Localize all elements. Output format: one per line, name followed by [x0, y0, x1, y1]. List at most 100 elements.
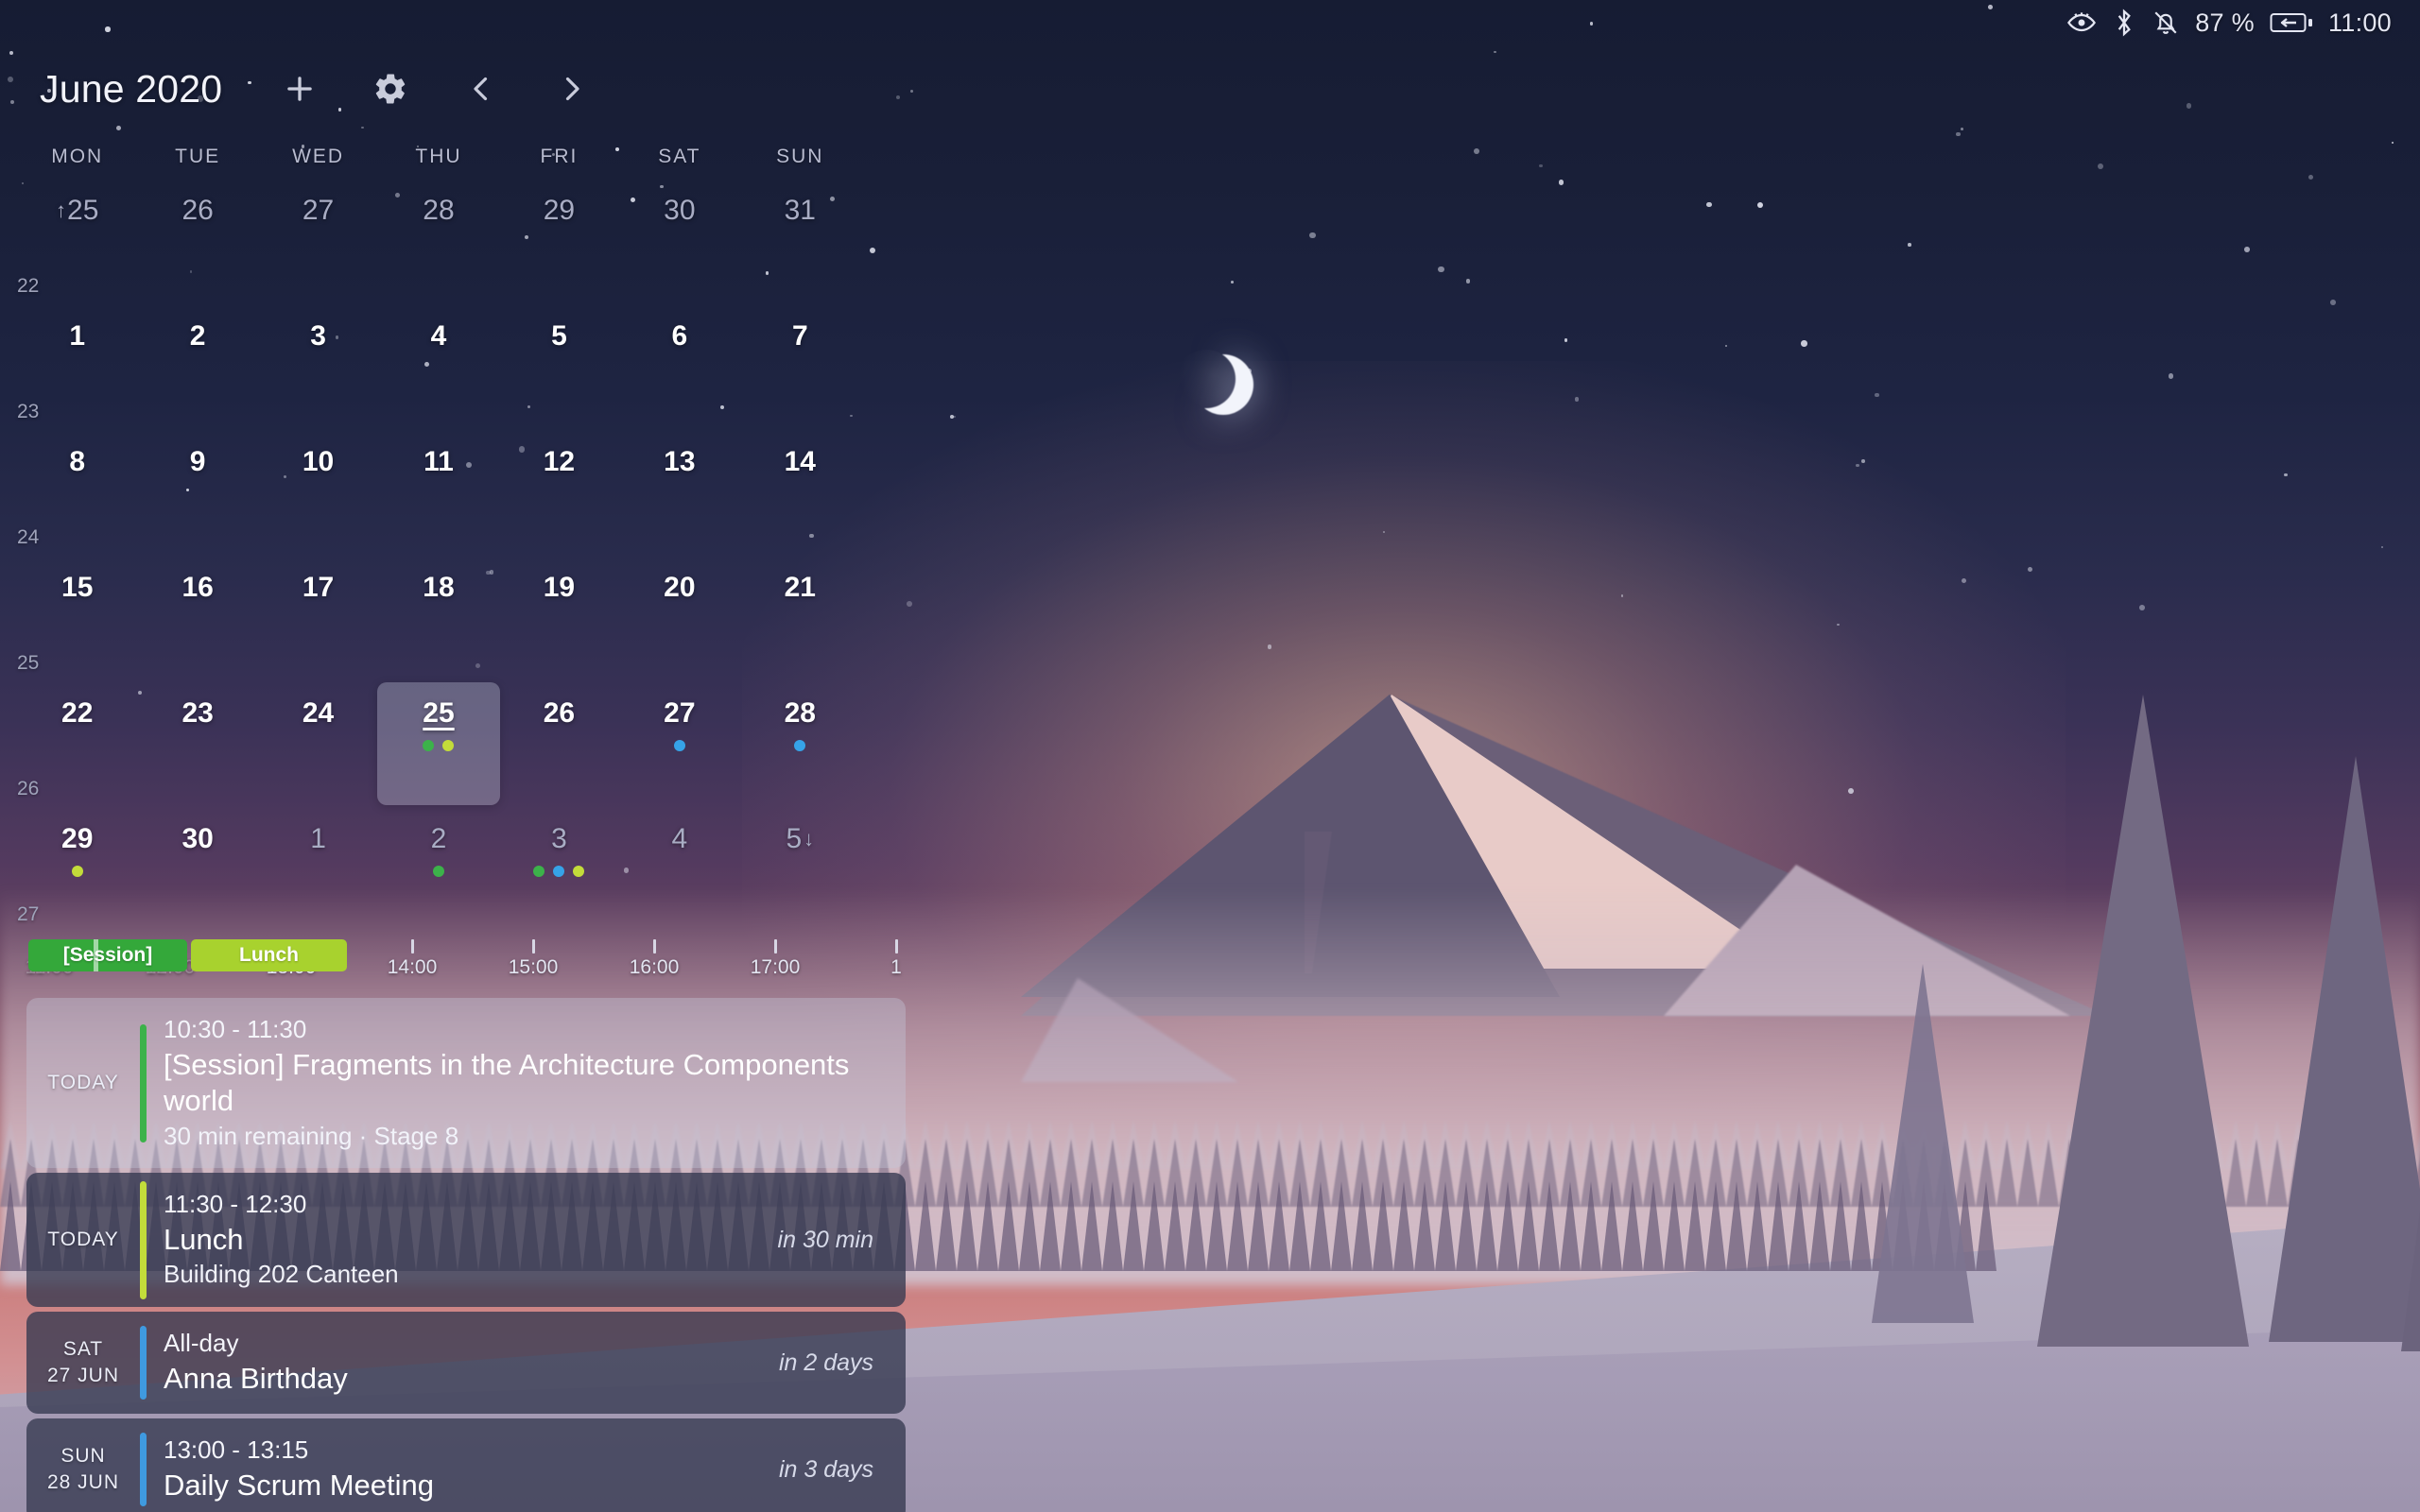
- day-number-label: 4: [671, 823, 688, 854]
- tick-mark: [652, 939, 656, 954]
- tree: [1560, 1181, 1581, 1271]
- day-number: ↑ 25: [56, 197, 98, 225]
- calendar-day-2[interactable]: 2: [137, 301, 257, 427]
- calendar-day-13[interactable]: 13: [619, 427, 739, 553]
- previous-month-button[interactable]: [460, 68, 502, 110]
- day-number-label: 2: [430, 823, 447, 854]
- calendar-day-30[interactable]: 30: [619, 176, 739, 301]
- event-body: All-day Anna Birthday: [147, 1312, 779, 1414]
- event-day-date: 28 JUN: [46, 1471, 120, 1494]
- calendar-day-7[interactable]: 7: [740, 301, 860, 427]
- star: [2138, 604, 2145, 610]
- add-event-button[interactable]: [279, 68, 320, 110]
- star: [2243, 246, 2250, 252]
- calendar-day-20[interactable]: 20: [619, 553, 739, 679]
- calendar-day-31[interactable]: 31: [740, 176, 860, 301]
- calendar-week-row: 1 2 3 4 5 6 7 23: [17, 301, 860, 427]
- calendar-day-11[interactable]: 11: [378, 427, 498, 553]
- day-timeline[interactable]: 11:0012:0013:0014:0015:0016:0017:001 [Se…: [0, 937, 906, 994]
- star: [1960, 127, 1963, 130]
- star: [1962, 578, 1967, 584]
- calendar-day-5[interactable]: 5: [499, 301, 619, 427]
- calendar-day-5[interactable]: 5 ↓: [740, 804, 860, 930]
- calendar-day-9[interactable]: 9: [137, 427, 257, 553]
- event-day-name: SAT: [62, 1337, 104, 1360]
- calendar-day-4[interactable]: 4: [619, 804, 739, 930]
- calendar-day-24[interactable]: 24: [258, 679, 378, 804]
- day-number-label: 22: [61, 697, 94, 729]
- chip-label: Lunch: [239, 944, 299, 966]
- tree: [1352, 1181, 1373, 1271]
- calendar-day-10[interactable]: 10: [258, 427, 378, 553]
- day-number: 2: [431, 825, 447, 853]
- calendar-day-29[interactable]: 29: [499, 176, 619, 301]
- event-title: Lunch: [164, 1223, 244, 1257]
- tree: [1622, 1181, 1643, 1271]
- agenda-event-item[interactable]: SUN 28 JUN 13:00 - 13:15 Daily Scrum Meetin…: [26, 1418, 906, 1512]
- day-number-label: 25: [423, 697, 455, 729]
- star: [105, 26, 111, 32]
- calendar-day-19[interactable]: 19: [499, 553, 619, 679]
- calendar-day-23[interactable]: 23: [137, 679, 257, 804]
- moon-halo: [1177, 350, 1236, 408]
- settings-button[interactable]: [370, 68, 411, 110]
- calendar-day-14[interactable]: 14: [740, 427, 860, 553]
- tree: [1664, 1181, 1685, 1271]
- day-number-label: 20: [664, 572, 696, 603]
- day-number-label: 27: [664, 697, 696, 729]
- agenda-event-item[interactable]: TODAY 10:30 - 11:30 [Session] Fragments in…: [26, 998, 906, 1169]
- agenda-event-item[interactable]: SAT 27 JUN All-day Anna Birthday in 2 days: [26, 1312, 906, 1415]
- pine-tree: [2037, 695, 2249, 1347]
- event-body: 13:00 - 13:15 Daily Scrum Meeting: [147, 1418, 779, 1512]
- calendar-day-2[interactable]: 2: [378, 804, 498, 930]
- tree: [1393, 1181, 1414, 1271]
- day-number-label: 2: [189, 320, 206, 352]
- bell-off-icon: [2152, 8, 2180, 38]
- arrow-up-icon: ↑: [56, 198, 67, 222]
- calendar-day-18[interactable]: 18: [378, 553, 498, 679]
- tree: [998, 1181, 1019, 1271]
- calendar-day-27[interactable]: 27: [258, 176, 378, 301]
- calendar-day-28[interactable]: 28: [378, 176, 498, 301]
- calendar-day-4[interactable]: 4: [378, 301, 498, 427]
- next-month-button[interactable]: [551, 68, 593, 110]
- event-relative-time: in 3 days: [778, 1455, 873, 1483]
- timeline-event-chip[interactable]: Lunch: [191, 939, 347, 971]
- calendar-day-12[interactable]: 12: [499, 427, 619, 553]
- day-number: 26: [544, 699, 575, 728]
- calendar-day-6[interactable]: 6: [619, 301, 739, 427]
- day-number: 28: [785, 699, 816, 728]
- day-number-label: 16: [182, 572, 214, 603]
- calendar-day-27[interactable]: 27: [619, 679, 739, 804]
- event-body: 11:30 - 12:30 Lunch Building 202 Canteen: [147, 1173, 778, 1307]
- event-time: 10:30 - 11:30: [164, 1015, 307, 1043]
- timeline-event-chip[interactable]: [Session]: [28, 939, 187, 971]
- event-day-date: 27 JUN: [46, 1365, 120, 1387]
- calendar-day-25[interactable]: 25: [376, 679, 500, 805]
- day-number-label: 25: [67, 195, 99, 226]
- event-dot: [423, 740, 435, 751]
- day-number: 27: [664, 699, 695, 728]
- calendar-day-30[interactable]: 30: [137, 804, 257, 930]
- calendar-day-26[interactable]: 26: [137, 176, 257, 301]
- day-number: 14: [785, 448, 816, 476]
- event-day-label: SUN 28 JUN: [26, 1443, 140, 1497]
- calendar-day-3[interactable]: 3: [258, 301, 378, 427]
- calendar-day-26[interactable]: 26: [499, 679, 619, 804]
- week-number: 27: [17, 903, 40, 925]
- calendar-day-3[interactable]: 3: [499, 804, 619, 930]
- calendar-day-28[interactable]: 28: [740, 679, 860, 804]
- day-number-label: 1: [69, 320, 86, 352]
- event-accent-bar: [140, 1326, 147, 1400]
- timeline-tick-16-00: 16:00: [612, 939, 697, 979]
- day-number-label: 23: [182, 697, 214, 729]
- tree: [1809, 1181, 1830, 1271]
- tree: [1310, 1181, 1331, 1271]
- timeline-tick-17-00: 17:00: [733, 939, 818, 979]
- calendar-day-21[interactable]: 21: [740, 553, 860, 679]
- calendar-day-17[interactable]: 17: [258, 553, 378, 679]
- calendar-day-16[interactable]: 16: [137, 553, 257, 679]
- star: [1438, 266, 1444, 273]
- calendar-day-1[interactable]: 1: [258, 804, 378, 930]
- agenda-event-item[interactable]: TODAY 11:30 - 12:30 Lunch Building 202 Cant…: [26, 1173, 906, 1308]
